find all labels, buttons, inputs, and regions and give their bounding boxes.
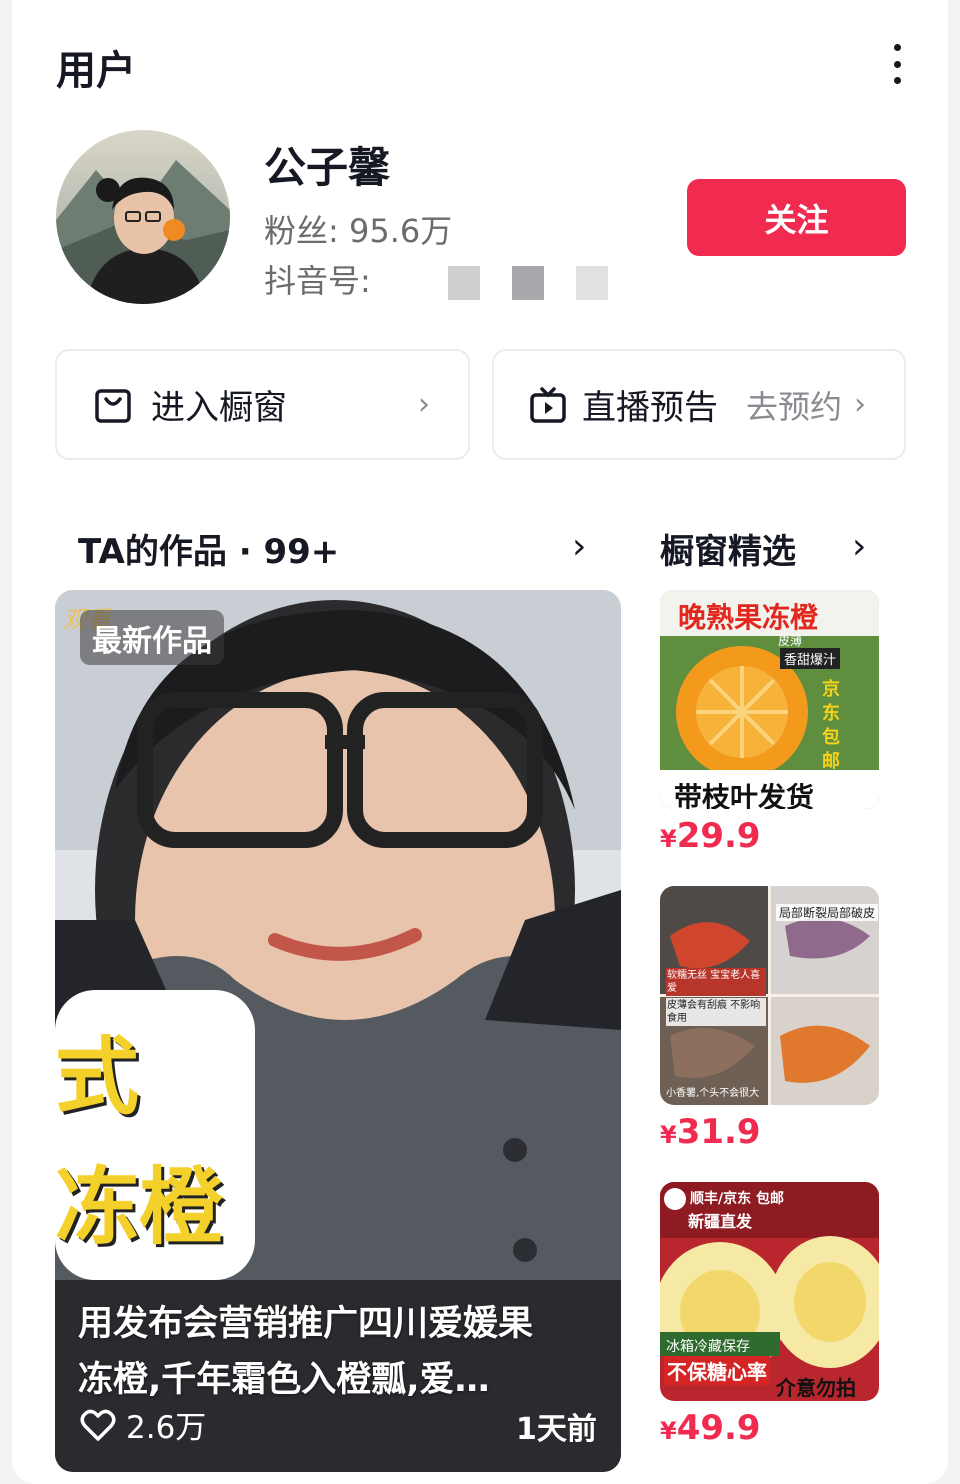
overlay-text-2: 冻橙	[55, 1158, 224, 1256]
price-symbol: ¥	[660, 825, 677, 853]
product-card[interactable]: 晚熟果冻橙 皮薄 香甜爆汁 京东包邮 带枝叶发货	[660, 590, 879, 809]
product-price: ¥49.9	[660, 1408, 761, 1448]
price-value: 49.9	[676, 1408, 761, 1448]
page-title: 用户	[56, 48, 136, 94]
product-tag: 香甜爆汁	[780, 648, 841, 669]
product-title-text: 晚熟果冻橙	[678, 601, 819, 634]
live-preview-label: 直播预告	[582, 388, 718, 428]
douyin-id-label: 抖音号:	[264, 262, 371, 300]
works-section-title[interactable]: TA的作品 · 99+	[78, 524, 339, 573]
product-sub-text: 新疆直发	[688, 1212, 753, 1231]
enter-showcase-button[interactable]: 进入橱窗 ›	[55, 349, 470, 460]
likes-value: 2.6万	[126, 1410, 207, 1446]
chevron-right-icon: ›	[854, 387, 867, 422]
chevron-right-icon: ›	[418, 387, 430, 422]
latest-work-badge: 最新作品	[80, 610, 224, 665]
shop-picks-title[interactable]: 橱窗精选	[660, 524, 796, 573]
price-symbol: ¥	[660, 1121, 677, 1149]
product-label: 软糯无丝 宝宝老人喜爱	[666, 968, 766, 996]
product-warning: 不保糖心率	[664, 1356, 770, 1385]
tv-icon	[528, 385, 568, 425]
product-price: ¥29.9	[660, 816, 761, 856]
product-bottom-text: 带枝叶发货	[674, 781, 815, 809]
product-tag: 冰箱冷藏保存	[666, 1339, 750, 1355]
heart-icon	[80, 1408, 116, 1442]
work-caption: 用发布会营销推广四川爱媛果 冻橙,千年霜色入橙瓢,爱…	[78, 1296, 598, 1408]
product-price: ¥31.9	[660, 1112, 761, 1152]
product-label: 局部断裂局部破皮	[776, 904, 879, 921]
id-redaction-block	[576, 266, 608, 300]
chevron-right-icon[interactable]: ›	[572, 526, 586, 567]
like-count: 2.6万	[80, 1402, 206, 1447]
fans-count: 粉丝: 95.6万	[264, 206, 452, 252]
price-value: 31.9	[676, 1112, 761, 1152]
product-side-text: 京东包邮	[822, 679, 840, 772]
price-value: 29.9	[676, 816, 761, 856]
reserve-link[interactable]: 去预约	[746, 382, 842, 428]
bag-icon	[93, 385, 133, 425]
sf-express-icon	[664, 1188, 686, 1210]
product-label: 皮薄会有刮痕 不影响食用	[666, 998, 766, 1026]
overlay-text-1: 式	[55, 1028, 140, 1126]
follow-button[interactable]: 关注	[687, 179, 906, 256]
product-card[interactable]: 顺丰/京东 包邮 新疆直发 冰箱冷藏保存 不保糖心率 介意勿拍	[660, 1182, 879, 1401]
enter-showcase-label: 进入橱窗	[151, 388, 287, 428]
id-redaction-block	[448, 266, 480, 300]
fans-label: 粉丝:	[264, 212, 339, 250]
more-options-icon[interactable]	[882, 44, 912, 84]
user-name: 公子馨	[264, 143, 391, 192]
id-redaction-block	[512, 266, 544, 300]
caption-line: 用发布会营销推广四川爱媛果	[78, 1304, 534, 1344]
product-sub-text: 皮薄	[778, 634, 803, 648]
caption-line: 冻橙,千年霜色入橙瓢,爱…	[78, 1360, 490, 1400]
product-top-text: 顺丰/京东 包邮	[690, 1191, 784, 1207]
post-time: 1天前	[516, 1412, 597, 1447]
fans-value: 95.6万	[348, 212, 453, 250]
product-note: 介意勿拍	[776, 1376, 856, 1400]
product-card[interactable]: 局部断裂局部破皮 软糯无丝 宝宝老人喜爱 皮薄会有刮痕 不影响食用 小香薯,个头…	[660, 886, 879, 1105]
avatar[interactable]	[56, 130, 230, 304]
live-preview-button[interactable]: 直播预告 去预约 ›	[492, 349, 906, 460]
chevron-right-icon[interactable]: ›	[852, 526, 866, 567]
price-symbol: ¥	[660, 1417, 677, 1445]
product-label: 小香薯,个头不会很大	[666, 1088, 760, 1099]
